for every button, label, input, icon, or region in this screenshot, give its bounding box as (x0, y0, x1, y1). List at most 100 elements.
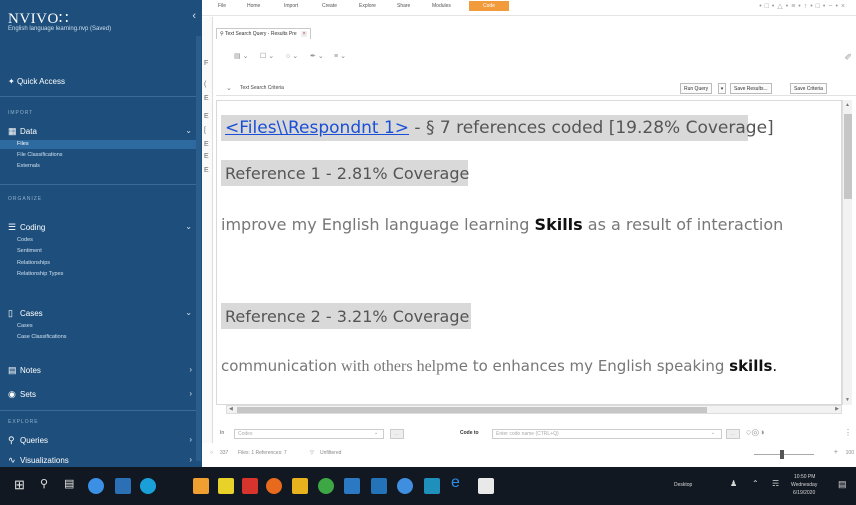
save-criteria-button[interactable]: Save Criteria (790, 83, 827, 94)
tab-create[interactable]: Create (322, 3, 337, 9)
document-tab[interactable]: ⚲ Text Search Query - Results Pre × (216, 28, 312, 39)
sidebar-item-relationship-types[interactable]: Relationship Types (17, 270, 63, 279)
layout-tool[interactable]: ▤⌄ (234, 52, 250, 60)
sidebar-item-data[interactable]: ▦ Data ⌄ (8, 124, 194, 138)
chevron-down-icon[interactable]: ⌄ (374, 430, 378, 436)
collapse-sidebar-icon[interactable]: ‹ (192, 10, 196, 22)
text-segment: . (772, 357, 778, 375)
sidebar-item-externals[interactable]: Externals (17, 162, 40, 171)
highlight-tool[interactable]: ☐⌄ (260, 52, 276, 60)
section-import: IMPORT (8, 110, 34, 116)
nvivo-app-icon[interactable] (424, 478, 440, 494)
tab-file[interactable]: File (218, 3, 226, 9)
run-query-dropdown[interactable]: ▾ (718, 83, 726, 94)
close-icon[interactable]: × (301, 31, 308, 37)
sidebar-item-notes[interactable]: ▤ Notes › (8, 363, 194, 377)
visualizations-label: Visualizations (20, 456, 69, 465)
tab-modules[interactable]: Modules (432, 3, 451, 9)
folder-icon[interactable] (193, 478, 209, 494)
clock-time[interactable]: 10:50 PM (794, 474, 815, 480)
query-results-view[interactable]: <Files\\Respondnt 1> - § 7 references co… (216, 100, 842, 405)
sidebar-item-file-classifications[interactable]: File Classifications (17, 151, 63, 160)
zoom-in-icon[interactable]: + (834, 449, 838, 456)
criteria-label: Text Search Criteria (240, 85, 284, 91)
skype-icon[interactable] (140, 478, 156, 494)
sidebar-item-queries[interactable]: ⚲ Queries › (8, 433, 194, 447)
browse-button[interactable]: … (390, 429, 404, 439)
text-segment: me to enhances my (444, 357, 598, 375)
in-codes-field[interactable]: Codes (234, 429, 384, 439)
sidebar-item-codes[interactable]: Codes (17, 236, 33, 245)
tab-code[interactable]: Code (469, 1, 509, 11)
more-icon[interactable]: ⋮ (844, 428, 852, 437)
app-icon[interactable] (397, 478, 413, 494)
sidebar-item-relationships[interactable]: Relationships (17, 259, 50, 268)
pen-tool[interactable]: ✒⌄ (310, 52, 326, 60)
app-header: NVIVO∷ ‹ (8, 9, 198, 27)
tab-import[interactable]: Import (284, 3, 298, 9)
network-icon[interactable]: ☴ (772, 479, 779, 488)
sidebar-item-sentiment[interactable]: Sentiment (17, 247, 42, 256)
browse-button[interactable]: … (726, 429, 740, 439)
chrome-icon[interactable] (318, 478, 334, 494)
desktop-label[interactable]: Desktop (674, 482, 692, 488)
sidebar-item-files[interactable]: Files (0, 140, 196, 149)
vertical-scrollbar[interactable]: ▲ ▼ (842, 100, 852, 405)
app-icon[interactable] (115, 478, 131, 494)
sidebar-item-sets[interactable]: ◉ Sets › (8, 387, 194, 401)
quick-access-item[interactable]: ✦ Quick Access (8, 77, 65, 86)
chevron-up-icon[interactable]: ⌃ (752, 479, 759, 488)
people-icon[interactable]: ♟ (730, 479, 737, 488)
clock-date[interactable]: 6/19/2020 (793, 490, 815, 496)
edit-icon[interactable]: ✐ (844, 52, 852, 63)
text-segment: as a result of interaction (582, 215, 784, 234)
chevron-down-icon[interactable]: ⌄ (711, 430, 715, 436)
tab-share[interactable]: Share (397, 3, 410, 9)
app-icon[interactable] (371, 478, 387, 494)
photos-icon[interactable] (478, 478, 494, 494)
coding-icon: ☰ (8, 222, 17, 232)
tab-explore[interactable]: Explore (359, 3, 376, 9)
edge-app-icon[interactable] (88, 478, 104, 494)
sidebar-item-case-classifications[interactable]: Case Classifications (17, 333, 67, 342)
app-icon[interactable] (242, 478, 258, 494)
sidebar-item-coding[interactable]: ☰ Coding ⌄ (8, 220, 194, 234)
scroll-up-icon[interactable]: ▲ (845, 102, 850, 108)
scroll-thumb[interactable] (844, 114, 852, 199)
criteria-bar: ⌄ Text Search Criteria Run Query ▾ Save … (216, 82, 856, 96)
app-icon[interactable] (344, 478, 360, 494)
sidebar-item-cases[interactable]: ▯ Cases ⌄ (8, 306, 194, 320)
scroll-left-icon[interactable]: ◀ (229, 406, 233, 412)
tab-home[interactable]: Home (247, 3, 260, 9)
ie-icon[interactable]: e (451, 474, 460, 492)
notes-app-icon[interactable] (218, 478, 234, 494)
more-tool[interactable]: ≡⌄ (334, 52, 348, 60)
scroll-down-icon[interactable]: ▼ (845, 397, 850, 403)
zoom-slider[interactable] (754, 450, 814, 459)
scroll-thumb[interactable] (237, 407, 707, 413)
notification-icon[interactable]: ▤ (838, 479, 847, 490)
zoom-thumb[interactable] (780, 450, 784, 459)
code-icon[interactable]: ○◎◑ (746, 427, 765, 438)
code-to-field[interactable]: Enter code name (CTRL+Q) (492, 429, 722, 439)
search-icon[interactable]: ⚲ (40, 477, 48, 490)
windows-start-icon[interactable]: ⊞ (14, 477, 25, 493)
sidebar-scrollbar[interactable] (196, 36, 201, 461)
horizontal-scrollbar[interactable]: ◀ ▶ (226, 405, 842, 414)
chevron-down-icon[interactable]: ⌄ (226, 84, 232, 92)
filter-icon[interactable]: ▽ (310, 450, 314, 456)
sidebar-item-visualizations[interactable]: ∿ Visualizations › (8, 453, 194, 467)
scroll-right-icon[interactable]: ▶ (835, 406, 839, 412)
run-query-button[interactable]: Run Query (680, 83, 713, 94)
sidebar-item-cases-sub[interactable]: Cases (17, 322, 33, 331)
sets-label: Sets (20, 390, 37, 399)
app-icon[interactable] (292, 478, 308, 494)
clock-day[interactable]: Wednesday (791, 482, 817, 488)
file-link[interactable]: <Files\\Respondnt 1> (225, 118, 409, 138)
save-results-button[interactable]: Save Results... (730, 83, 772, 94)
shape-tool[interactable]: ○⌄ (286, 52, 300, 60)
cases-icon: ▯ (8, 308, 13, 318)
ribbon-quick-tools[interactable]: •□•△•≡•↑•□•−•× (759, 2, 848, 10)
firefox-icon[interactable] (266, 478, 282, 494)
task-view-icon[interactable]: ▤ (64, 477, 74, 490)
